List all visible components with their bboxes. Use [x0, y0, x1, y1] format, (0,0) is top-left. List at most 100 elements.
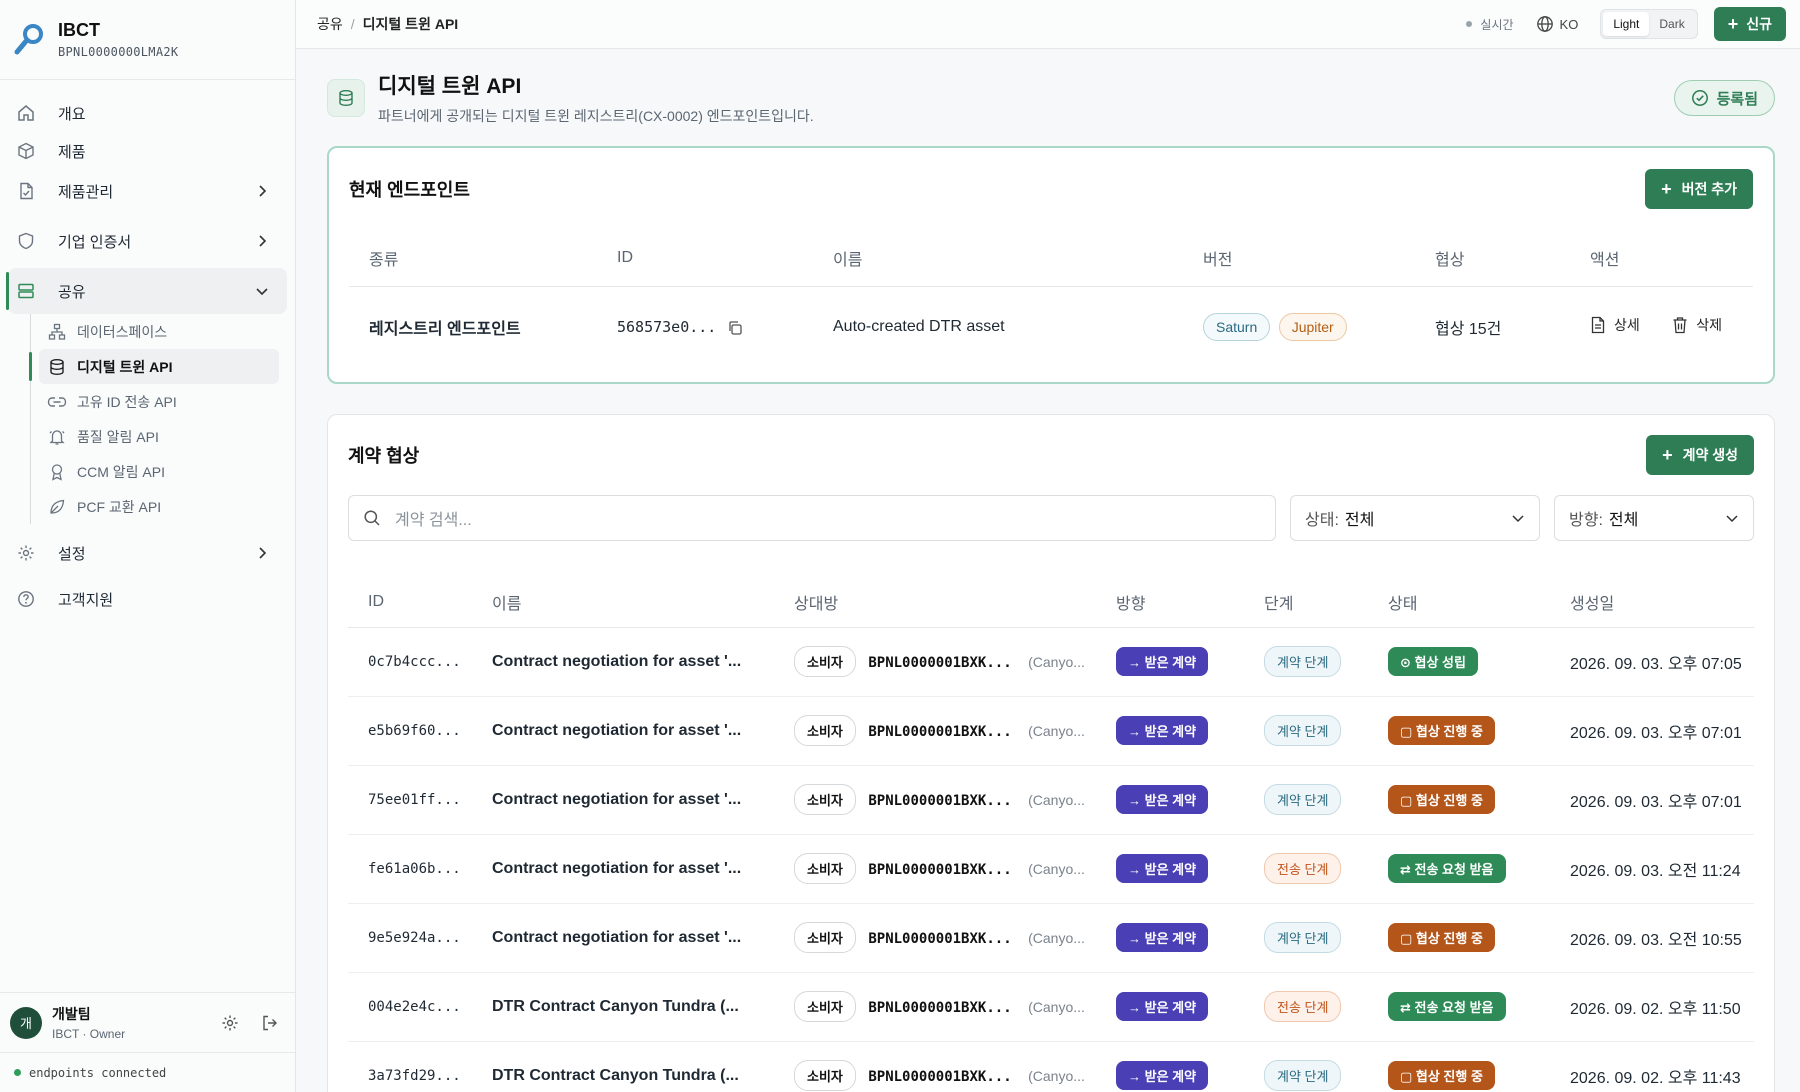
- sub-item-label: PCF 교환 API: [77, 498, 162, 515]
- home-icon: [16, 103, 36, 123]
- role-badge: 소비자: [794, 1060, 856, 1091]
- sub-item-dataspace[interactable]: 데이터스페이스: [39, 314, 279, 349]
- gear-icon[interactable]: [221, 1014, 239, 1032]
- gear-icon: [16, 543, 36, 563]
- contract-name[interactable]: DTR Contract Canyon Tundra (...: [472, 972, 774, 1042]
- contract-name[interactable]: Contract negotiation for asset '...: [472, 903, 774, 973]
- created-date: 2026. 09. 02. 오후 11:43: [1550, 1041, 1754, 1092]
- sub-item-ccm-alert-api[interactable]: CCM 알림 API: [39, 454, 279, 489]
- table-row[interactable]: e5b69f60... Contract negotiation for ass…: [348, 696, 1754, 766]
- box-icon: [16, 141, 36, 161]
- plus-icon: +: [1727, 13, 1739, 34]
- user-block: 개 개발팀 IBCT · Owner: [0, 992, 295, 1052]
- nav-item-product-management[interactable]: 제품관리: [8, 168, 287, 214]
- status-badge: ⊙ 협상 성립: [1388, 647, 1478, 676]
- contract-id[interactable]: 0c7b4ccc...: [348, 627, 472, 697]
- direction-badge: → 받은 계약: [1116, 923, 1209, 952]
- theme-light-button[interactable]: Light: [1603, 12, 1650, 36]
- brand[interactable]: IBCT BPNL0000000LMA2K: [0, 0, 295, 80]
- nav-label: 설정: [58, 545, 86, 563]
- column-header: 단계: [1244, 577, 1368, 628]
- add-version-button[interactable]: + 버전 추가: [1645, 169, 1753, 209]
- contract-search-input[interactable]: 계약 검색...: [348, 495, 1276, 541]
- direction-filter-value: 전체: [1608, 512, 1639, 529]
- chevron-down-icon: [1726, 515, 1738, 523]
- create-contract-button[interactable]: + 계약 생성: [1646, 435, 1754, 475]
- state-filter[interactable]: 상태: 전체: [1290, 495, 1540, 541]
- avatar[interactable]: 개: [10, 1006, 42, 1039]
- role-badge: 소비자: [794, 784, 856, 815]
- endpoints-table: 종류 ID 이름 버전 협상 액션 레지스트리 엔드포인트 568573e0..…: [349, 230, 1753, 368]
- sub-item-unique-id-api[interactable]: 고유 ID 전송 API: [39, 384, 279, 419]
- counterparty-name: (Canyo...: [1028, 999, 1085, 1015]
- logout-icon[interactable]: [261, 1014, 279, 1032]
- created-date: 2026. 09. 03. 오후 07:05: [1550, 627, 1754, 697]
- sub-item-pcf-api[interactable]: PCF 교환 API: [39, 489, 279, 524]
- table-row[interactable]: 9e5e924a... Contract negotiation for ass…: [348, 903, 1754, 973]
- endpoint-type: 레지스트리 엔드포인트: [369, 321, 521, 339]
- nav-item-settings[interactable]: 설정: [8, 530, 287, 576]
- contract-id[interactable]: 75ee01ff...: [348, 765, 472, 835]
- nav-item-certificates[interactable]: 기업 인증서: [8, 218, 287, 264]
- realtime-indicator: 실시간: [1466, 16, 1514, 33]
- counterparty-bpn: BPNL0000001BXK...: [868, 931, 1012, 947]
- contract-id[interactable]: 004e2e4c...: [348, 972, 472, 1042]
- status-badge: ⇄ 전송 요청 받음: [1388, 992, 1506, 1021]
- stage-badge: 계약 단계: [1264, 646, 1342, 677]
- table-row[interactable]: 0c7b4ccc... Contract negotiation for ass…: [348, 627, 1754, 697]
- page-subtitle: 파트너에게 공개되는 디지털 트윈 레지스트리(CX-0002) 엔드포인트입니…: [378, 108, 814, 124]
- endpoints-title: 현재 엔드포인트: [349, 180, 470, 200]
- endpoints-card: 현재 엔드포인트 + 버전 추가 종류 ID 이름 버전 협상 액션 레지스트리…: [327, 146, 1775, 384]
- column-header: ID: [597, 230, 813, 287]
- direction-filter[interactable]: 방향: 전체: [1554, 495, 1754, 541]
- contract-name[interactable]: Contract negotiation for asset '...: [472, 834, 774, 904]
- nav-label: 제품: [58, 143, 86, 161]
- sub-item-digital-twin-api[interactable]: 디지털 트윈 API: [29, 349, 279, 384]
- delete-button[interactable]: 삭제: [1672, 315, 1722, 335]
- language-switcher[interactable]: KO: [1536, 15, 1578, 33]
- sub-item-label: 고유 ID 전송 API: [77, 393, 177, 410]
- table-row[interactable]: fe61a06b... Contract negotiation for ass…: [348, 834, 1754, 904]
- contract-name[interactable]: Contract negotiation for asset '...: [472, 765, 774, 835]
- contract-id[interactable]: fe61a06b...: [348, 834, 472, 904]
- column-header: 협상: [1415, 230, 1570, 287]
- contract-id[interactable]: 9e5e924a...: [348, 903, 472, 973]
- table-row: 레지스트리 엔드포인트 568573e0... Auto-created DTR…: [349, 286, 1753, 368]
- chevron-right-icon: [259, 235, 267, 247]
- contract-id[interactable]: e5b69f60...: [348, 696, 472, 766]
- direction-badge: → 받은 계약: [1116, 992, 1209, 1021]
- check-circle-icon: [1691, 90, 1708, 106]
- nav-item-sharing[interactable]: 공유: [6, 268, 287, 314]
- contract-id[interactable]: 3a73fd29...: [348, 1041, 472, 1092]
- nav-item-support[interactable]: 고객지원: [8, 576, 287, 622]
- table-row[interactable]: 3a73fd29... DTR Contract Canyon Tundra (…: [348, 1041, 1754, 1092]
- created-date: 2026. 09. 03. 오전 11:24: [1550, 834, 1754, 904]
- contract-name[interactable]: DTR Contract Canyon Tundra (...: [472, 1041, 774, 1092]
- sub-item-quality-alert-api[interactable]: 품질 알림 API: [39, 419, 279, 454]
- shield-icon: [16, 231, 36, 251]
- table-row[interactable]: 004e2e4c... DTR Contract Canyon Tundra (…: [348, 972, 1754, 1042]
- award-icon: [47, 462, 67, 482]
- breadcrumb-root[interactable]: 공유: [317, 16, 343, 32]
- state-filter-value: 전체: [1344, 512, 1375, 529]
- role-badge: 소비자: [794, 853, 856, 884]
- direction-badge: → 받은 계약: [1116, 1061, 1209, 1090]
- contract-name[interactable]: Contract negotiation for asset '...: [472, 627, 774, 697]
- status-badge: ▢ 협상 진행 중: [1388, 1061, 1495, 1090]
- plus-icon: +: [1661, 178, 1672, 199]
- contract-name[interactable]: Contract negotiation for asset '...: [472, 696, 774, 766]
- table-row[interactable]: 75ee01ff... Contract negotiation for ass…: [348, 765, 1754, 835]
- counterparty-bpn: BPNL0000001BXK...: [868, 862, 1012, 878]
- new-button[interactable]: + 신규: [1713, 7, 1786, 41]
- stage-badge: 계약 단계: [1264, 1060, 1342, 1091]
- created-date: 2026. 09. 02. 오후 11:50: [1550, 972, 1754, 1042]
- copy-icon[interactable]: [727, 320, 743, 336]
- column-header: 생성일: [1550, 577, 1754, 628]
- direction-badge: → 받은 계약: [1116, 716, 1209, 745]
- theme-dark-button[interactable]: Dark: [1649, 12, 1694, 36]
- file-check-icon: [16, 181, 36, 201]
- version-badge-jupiter: Jupiter: [1278, 313, 1347, 342]
- detail-button[interactable]: 상세: [1590, 315, 1640, 335]
- column-header: ID: [348, 577, 472, 628]
- counterparty-name: (Canyo...: [1028, 861, 1085, 877]
